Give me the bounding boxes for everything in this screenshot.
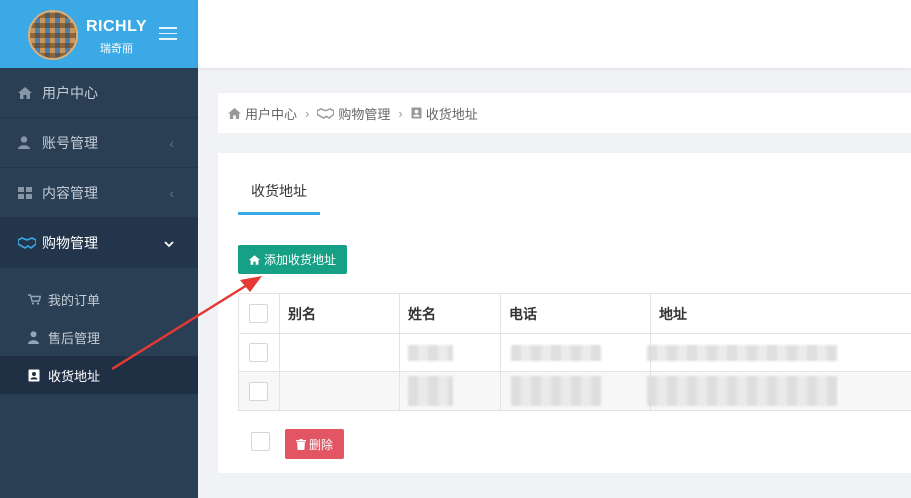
brand-header: RICHLY 瑞奇丽 bbox=[0, 0, 198, 68]
add-address-button[interactable]: 添加收货地址 bbox=[238, 245, 347, 274]
tab-address[interactable]: 收货地址 bbox=[238, 177, 320, 215]
column-header-phone: 电话 bbox=[501, 294, 651, 333]
brand-logo bbox=[28, 10, 78, 60]
address-book-icon bbox=[411, 107, 422, 119]
select-all-checkbox[interactable] bbox=[249, 304, 268, 323]
chevron-right-icon: › bbox=[398, 105, 403, 121]
chevron-right-icon: › bbox=[305, 105, 310, 121]
chevron-left-icon: ‹ bbox=[169, 134, 174, 151]
sidebar-item-label: 账号管理 bbox=[42, 134, 98, 151]
trash-icon bbox=[295, 438, 306, 450]
row-checkbox-cell bbox=[239, 334, 280, 371]
sidebar-item-label: 内容管理 bbox=[42, 184, 98, 201]
table-row[interactable] bbox=[239, 334, 911, 372]
cell-phone-redacted bbox=[501, 372, 651, 410]
cell-phone-redacted bbox=[501, 334, 651, 371]
top-bar bbox=[198, 0, 911, 68]
sidebar-subitem-orders[interactable]: 我的订单 bbox=[0, 280, 198, 318]
table-header-row: 别名 姓名 电话 地址 bbox=[239, 294, 911, 334]
address-book-icon bbox=[28, 369, 42, 382]
breadcrumb-item[interactable]: 购物管理 bbox=[338, 104, 390, 123]
home-icon bbox=[248, 254, 260, 265]
delete-button[interactable]: 删除 bbox=[285, 429, 344, 459]
grid-icon bbox=[18, 186, 36, 199]
chevron-left-icon: ‹ bbox=[169, 184, 174, 201]
sidebar-item-account[interactable]: 账号管理 ‹ bbox=[0, 118, 198, 168]
cell-alias bbox=[280, 372, 400, 410]
column-header-name: 姓名 bbox=[400, 294, 501, 333]
sidebar-subitem-after-sales[interactable]: 售后管理 bbox=[0, 318, 198, 356]
add-address-label: 添加收货地址 bbox=[263, 253, 336, 267]
address-card: 收货地址 添加收货地址 别名 姓名 电话 地址 删除 bbox=[218, 153, 911, 473]
sidebar-item-label: 购物管理 bbox=[42, 234, 98, 251]
sidebar-item-shopping[interactable]: 购物管理 bbox=[0, 218, 198, 268]
breadcrumb: 用户中心 › 购物管理 › 收货地址 bbox=[218, 93, 911, 133]
table-row[interactable] bbox=[239, 372, 911, 410]
user-icon bbox=[18, 136, 36, 149]
column-header-alias: 别名 bbox=[280, 294, 400, 333]
sidebar-item-content[interactable]: 内容管理 ‹ bbox=[0, 168, 198, 218]
cell-address-redacted bbox=[647, 334, 911, 371]
cell-name-redacted bbox=[400, 372, 501, 410]
shopping-submenu: 我的订单 售后管理 收货地址 bbox=[0, 268, 198, 394]
menu-toggle-icon[interactable] bbox=[159, 27, 177, 41]
breadcrumb-item-current: 收货地址 bbox=[425, 106, 478, 122]
cell-name-redacted bbox=[400, 334, 501, 371]
handshake-icon bbox=[317, 107, 335, 119]
chevron-down-icon bbox=[164, 235, 174, 251]
row-checkbox[interactable] bbox=[249, 343, 268, 362]
sidebar-item-label: 用户中心 bbox=[42, 84, 98, 101]
handshake-icon bbox=[18, 236, 36, 249]
breadcrumb-item[interactable]: 用户中心 bbox=[245, 104, 297, 123]
delete-label: 删除 bbox=[308, 437, 333, 452]
row-checkbox[interactable] bbox=[249, 381, 268, 401]
brand-title: RICHLY bbox=[86, 18, 148, 35]
user-tie-icon bbox=[28, 330, 42, 344]
row-checkbox-cell bbox=[239, 372, 280, 410]
brand-subtitle: 瑞奇丽 bbox=[100, 43, 133, 55]
cart-icon bbox=[28, 293, 42, 305]
sidebar-subitem-label: 收货地址 bbox=[48, 368, 101, 384]
sidebar-subitem-label: 售后管理 bbox=[48, 330, 101, 346]
sidebar-subitem-label: 我的订单 bbox=[48, 292, 101, 308]
bulk-select-checkbox[interactable] bbox=[251, 432, 270, 451]
home-icon bbox=[18, 86, 36, 99]
address-table: 别名 姓名 电话 地址 bbox=[238, 293, 911, 411]
column-header-address: 地址 bbox=[659, 305, 687, 322]
home-icon bbox=[228, 107, 241, 119]
sidebar-item-user-center[interactable]: 用户中心 bbox=[0, 68, 198, 118]
header-checkbox-cell bbox=[239, 294, 280, 333]
sidebar-subitem-address[interactable]: 收货地址 bbox=[0, 356, 198, 394]
cell-alias bbox=[280, 334, 400, 371]
cell-address-redacted bbox=[647, 372, 911, 410]
sidebar: RICHLY 瑞奇丽 用户中心 账号管理 ‹ 内容管理 ‹ 购物管理 我的订单 … bbox=[0, 0, 198, 498]
